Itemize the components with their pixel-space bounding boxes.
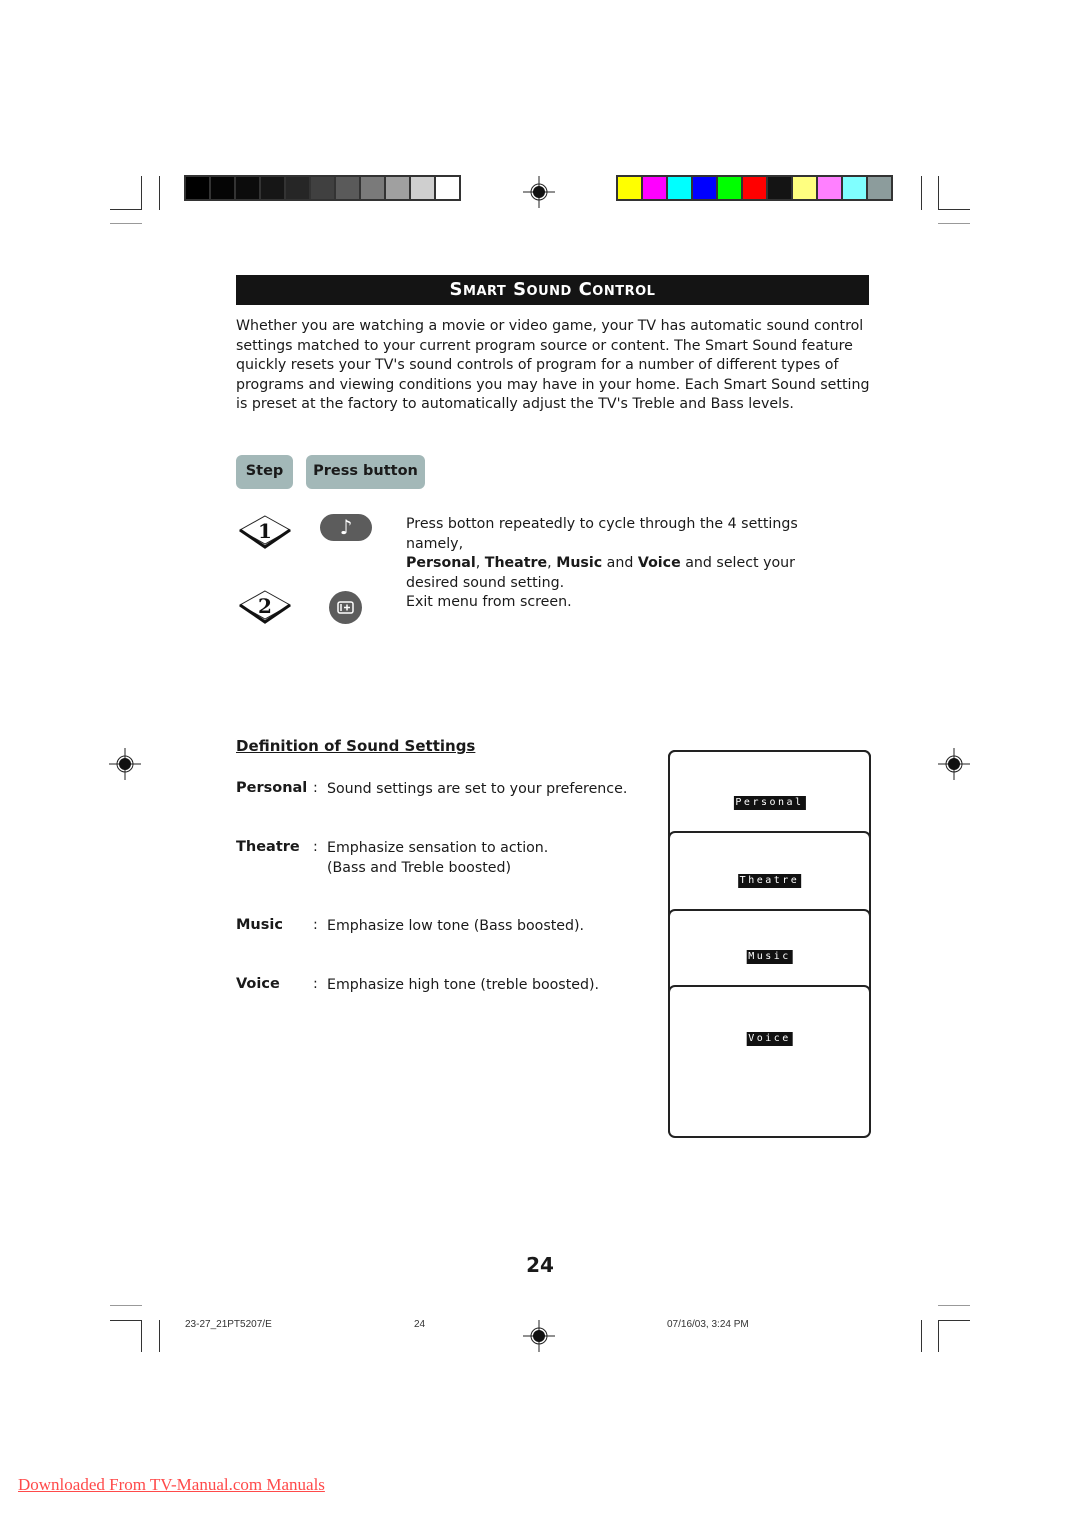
grayscale-swatch: [286, 177, 309, 199]
crop-mark: [110, 223, 142, 224]
color-swatch: [868, 177, 891, 199]
setting-name: Theatre: [484, 555, 548, 572]
grayscale-swatch: [361, 177, 384, 199]
osd-screen-personal: Personal: [668, 750, 871, 844]
crop-mark: [921, 1320, 922, 1352]
registration-mark-icon: [938, 748, 970, 780]
grayscale-swatch: [386, 177, 409, 199]
slug-page: 24: [414, 1319, 426, 1330]
exit-menu-icon: [337, 601, 354, 614]
setting-name: Personal: [406, 555, 476, 572]
crop-mark: [110, 1305, 142, 1306]
grayscale-swatch: [186, 177, 209, 199]
crop-mark: [938, 1320, 970, 1321]
crop-mark: [110, 209, 142, 210]
step-number: 1: [258, 519, 272, 543]
grayscale-swatch: [311, 177, 334, 199]
download-source-link[interactable]: Downloaded From TV-Manual.com Manuals: [18, 1475, 325, 1495]
step-number: 2: [258, 594, 272, 618]
crop-mark: [938, 1305, 970, 1306]
definition-colon: :: [313, 976, 318, 992]
color-swatch: [643, 177, 666, 199]
grayscale-swatch: [211, 177, 234, 199]
color-swatch: [668, 177, 691, 199]
grayscale-swatch: [336, 177, 359, 199]
slug-date: 07/16/03, 3:24 PM: [667, 1319, 749, 1330]
color-calibration-bar: [616, 175, 893, 201]
registration-mark-icon: [109, 748, 141, 780]
step-1-instructions: Press botton repeatedly to cycle through…: [406, 516, 798, 591]
grayscale-swatch: [261, 177, 284, 199]
grayscale-swatch: [411, 177, 434, 199]
step-number-diamond: 2: [238, 590, 292, 624]
crop-mark: [921, 176, 922, 210]
definition-term: Personal: [236, 780, 308, 796]
color-swatch: [693, 177, 716, 199]
music-note-icon: ♪: [339, 515, 353, 539]
definition-description: Emphasize low tone (Bass boosted).: [327, 918, 585, 934]
color-swatch: [843, 177, 866, 199]
registration-mark-icon: [523, 1320, 555, 1352]
osd-label: Music: [746, 950, 793, 964]
definition-term: Music: [236, 917, 283, 933]
osd-label: Theatre: [737, 874, 802, 888]
step-number-diamond: 1: [238, 515, 292, 549]
exit-menu-button[interactable]: [329, 591, 362, 624]
color-swatch: [793, 177, 816, 199]
definition-colon: :: [313, 917, 318, 933]
slug-filename: 23-27_21PT5207/E: [185, 1319, 272, 1330]
color-swatch: [718, 177, 741, 199]
color-swatch: [768, 177, 791, 199]
crop-mark: [938, 223, 970, 224]
color-swatch: [818, 177, 841, 199]
definition-description: Sound settings are set to your preferenc…: [327, 781, 628, 797]
osd-label: Voice: [746, 1032, 793, 1046]
crop-mark: [141, 1320, 142, 1352]
crop-mark: [938, 209, 970, 210]
grayscale-swatch: [236, 177, 259, 199]
crop-mark: [141, 176, 142, 210]
smart-sound-button[interactable]: ♪: [320, 514, 372, 541]
color-swatch: [743, 177, 766, 199]
definitions-heading: Definition of Sound Settings: [236, 737, 476, 755]
intro-paragraph: Whether you are watching a movie or vide…: [236, 318, 870, 413]
step-column-header: Step: [236, 455, 293, 489]
osd-screen-voice-front: Voice: [668, 985, 871, 1138]
grayscale-swatch: [436, 177, 459, 199]
definition-description: Emphasize high tone (treble boosted).: [327, 977, 600, 993]
crop-mark: [110, 1320, 142, 1321]
color-swatch: [618, 177, 641, 199]
step-2-instructions: Exit menu from screen.: [406, 594, 572, 610]
crop-mark: [938, 1320, 939, 1352]
definition-term: Theatre: [236, 839, 300, 855]
section-title: Smart Sound Control: [236, 275, 869, 305]
grayscale-calibration-bar: [184, 175, 461, 201]
crop-mark: [938, 176, 939, 210]
press-button-column-header: Press button: [306, 455, 425, 489]
osd-label: Personal: [733, 796, 806, 810]
page-number: 24: [526, 1253, 554, 1277]
crop-mark: [159, 1320, 160, 1352]
registration-mark-icon: [523, 176, 555, 208]
definition-term: Voice: [236, 976, 280, 992]
setting-name: Music: [556, 555, 603, 572]
definition-description: Emphasize sensation to action. (Bass and…: [327, 840, 549, 876]
crop-mark: [159, 176, 160, 210]
definition-colon: :: [313, 839, 318, 855]
definition-colon: :: [313, 780, 318, 796]
setting-name: Voice: [637, 555, 681, 572]
osd-screen-music: Music: [668, 909, 871, 997]
